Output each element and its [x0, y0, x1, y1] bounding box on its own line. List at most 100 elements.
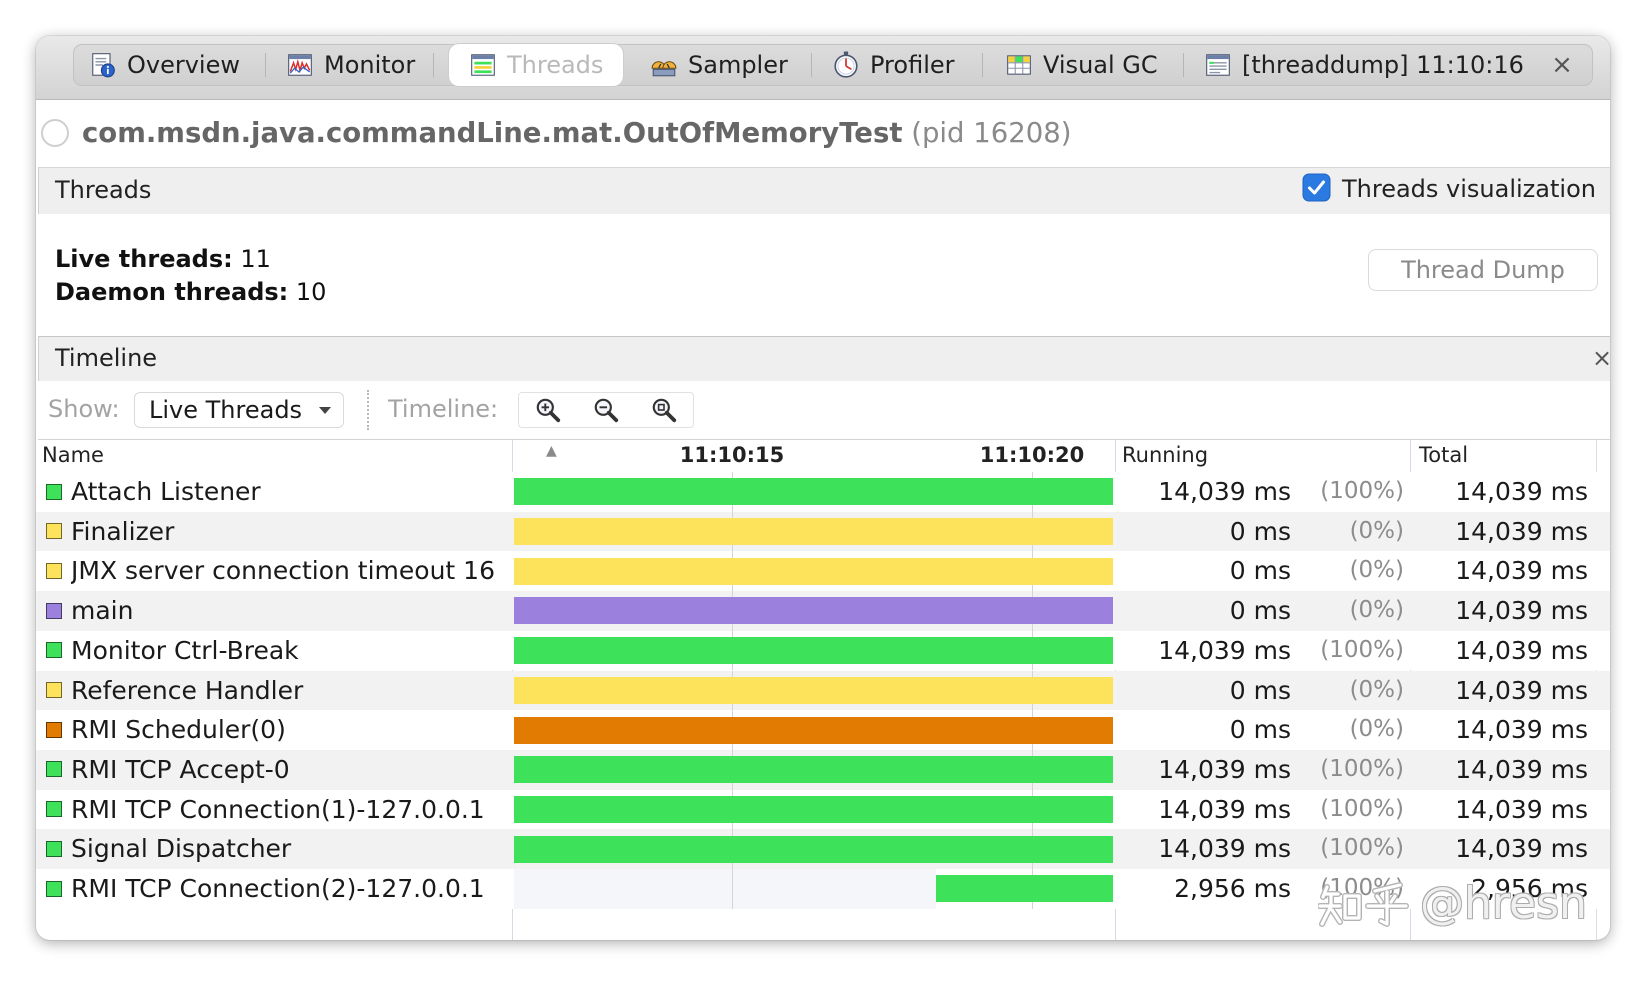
total-time: 14,039 ms [1455, 715, 1588, 745]
thread-timeline-bar[interactable] [514, 637, 1113, 665]
live-threads-stat: Live threads: 11 [55, 244, 271, 274]
column-header-total[interactable]: Total [1419, 442, 1468, 468]
profiler-icon [834, 51, 858, 78]
zoom-controls [518, 392, 694, 428]
thread-timeline-bar[interactable] [514, 478, 1113, 506]
tab-sampler[interactable]: Sampler [650, 44, 788, 86]
timeline-tick-label: 11:10:20 [979, 443, 1085, 467]
table-row[interactable]: main 0 ms (0%) 14,039 ms [36, 591, 1610, 631]
timeline-tick-label: 11:10:15 [679, 443, 785, 467]
zoom-fit-icon [652, 398, 677, 423]
timeline-cell [514, 670, 1113, 711]
thread-timeline-bar[interactable] [514, 835, 1113, 863]
thread-timeline-bar[interactable] [514, 676, 1113, 704]
chevron-down-icon [319, 407, 331, 414]
thread-state-indicator [46, 523, 62, 540]
running-time: 14,039 ms [1158, 477, 1291, 506]
thread-timeline-bar[interactable] [514, 518, 1113, 546]
sort-ascending-icon[interactable]: ▲ [546, 443, 557, 459]
thread-name: RMI Scheduler(0) [71, 715, 286, 745]
show-dropdown[interactable]: Live Threads [134, 392, 344, 428]
thread-name: RMI TCP Connection(1)-127.0.0.1 [71, 794, 485, 824]
running-percent: (100%) [1320, 478, 1404, 504]
column-header-running[interactable]: Running [1122, 442, 1208, 468]
total-time: 14,039 ms [1455, 477, 1588, 506]
thread-timeline-bar[interactable] [935, 875, 1113, 903]
timeline-section-title: Timeline [55, 344, 158, 372]
running-percent: (100%) [1320, 755, 1404, 782]
threads-section-title: Threads [55, 176, 152, 204]
visualvm-window: Overview Monitor Threads Sampler Profile… [36, 36, 1610, 940]
tab-profiler[interactable]: Profiler [832, 44, 955, 86]
zoom-out-button[interactable] [577, 395, 635, 425]
column-header-name[interactable]: Name [42, 442, 104, 468]
timeline-cell [514, 789, 1113, 830]
tab-visual-gc[interactable]: Visual GC [1005, 44, 1158, 86]
thread-name: main [71, 596, 134, 626]
close-timeline-button[interactable]: × [1592, 341, 1610, 375]
running-percent: (0%) [1349, 557, 1404, 584]
tab-label: Threads [507, 51, 604, 79]
thread-timeline-bar[interactable] [514, 716, 1113, 744]
thread-state-indicator [46, 562, 62, 579]
zoom-in-icon [536, 398, 561, 423]
tab-separator [433, 53, 434, 77]
running-time: 14,039 ms [1158, 834, 1291, 864]
thread-state-indicator [46, 840, 62, 857]
status-circle-icon [41, 119, 69, 147]
zoom-fit-button[interactable] [635, 395, 693, 425]
tab-label: Sampler [688, 51, 788, 79]
running-time: 0 ms [1229, 556, 1291, 586]
daemon-threads-value: 10 [295, 278, 327, 306]
timeline-cell [514, 630, 1113, 671]
thread-table-body: Attach Listener 14,039 ms (100%) 14,039 ms F… [36, 472, 1610, 909]
tab-monitor[interactable]: Monitor [286, 44, 415, 86]
thread-name: Attach Listener [71, 477, 261, 506]
thread-state-indicator [46, 483, 62, 500]
timeline-cell [514, 472, 1113, 512]
threads-visualization-label[interactable]: Threads visualization [1342, 172, 1596, 206]
table-row[interactable]: Reference Handler 0 ms (0%) 14,039 ms [36, 670, 1610, 711]
running-time: 2,956 ms [1174, 874, 1291, 903]
tab-overview[interactable]: Overview [89, 44, 240, 86]
overview-icon [92, 53, 115, 78]
running-time: 0 ms [1229, 596, 1291, 626]
table-row[interactable]: Attach Listener 14,039 ms (100%) 14,039 ms [36, 472, 1610, 512]
thread-timeline-bar[interactable] [514, 795, 1113, 823]
close-tab-button[interactable]: × [1550, 44, 1574, 86]
tab-separator [265, 53, 266, 77]
timeline-cell [514, 710, 1113, 750]
timeline-section-header [38, 336, 1610, 381]
zoom-in-button[interactable] [519, 395, 577, 425]
total-time: 14,039 ms [1455, 794, 1588, 824]
thread-state-indicator [46, 642, 62, 659]
tab-threads[interactable]: Threads [449, 44, 623, 86]
timeline-label: Timeline: [388, 395, 499, 423]
application-name: com.msdn.java.commandLine.mat.OutOfMemor… [82, 117, 903, 149]
threads-icon [471, 54, 495, 76]
table-top-border [38, 439, 1610, 440]
running-percent: (0%) [1349, 517, 1404, 544]
thread-timeline-bar[interactable] [514, 597, 1113, 625]
timeline-cell [514, 749, 1113, 790]
tab-threaddump[interactable]: [threaddump] 11:10:16 [1204, 44, 1524, 86]
table-row[interactable]: Signal Dispatcher 14,039 ms (100%) 14,039 m… [36, 829, 1610, 869]
running-percent: (0%) [1349, 597, 1404, 624]
table-row[interactable]: Monitor Ctrl-Break 14,039 ms (100%) 14,039 … [36, 630, 1610, 671]
thread-timeline-bar[interactable] [514, 756, 1113, 784]
table-row[interactable]: JMX server connection timeout 16 0 ms (0%)… [36, 551, 1610, 592]
thread-name: JMX server connection timeout 16 [71, 556, 495, 586]
watermark-handle: @hresn [1420, 878, 1587, 929]
timeline-cell [514, 551, 1113, 592]
sampler-icon [651, 61, 677, 77]
threads-visualization-checkbox[interactable] [1302, 173, 1331, 202]
live-threads-value: 11 [240, 245, 271, 273]
tab-label: Overview [127, 51, 240, 79]
thread-dump-button[interactable]: Thread Dump [1368, 249, 1598, 291]
table-row[interactable]: RMI Scheduler(0) 0 ms (0%) 14,039 ms [36, 710, 1610, 750]
table-row[interactable]: RMI TCP Accept-0 14,039 ms (100%) 14,039 ms [36, 749, 1610, 790]
table-row[interactable]: RMI TCP Connection(1)-127.0.0.1 14,039 ms… [36, 789, 1610, 830]
timeline-cell [514, 591, 1113, 631]
thread-timeline-bar[interactable] [514, 557, 1113, 585]
table-row[interactable]: Finalizer 0 ms (0%) 14,039 ms [36, 511, 1610, 552]
